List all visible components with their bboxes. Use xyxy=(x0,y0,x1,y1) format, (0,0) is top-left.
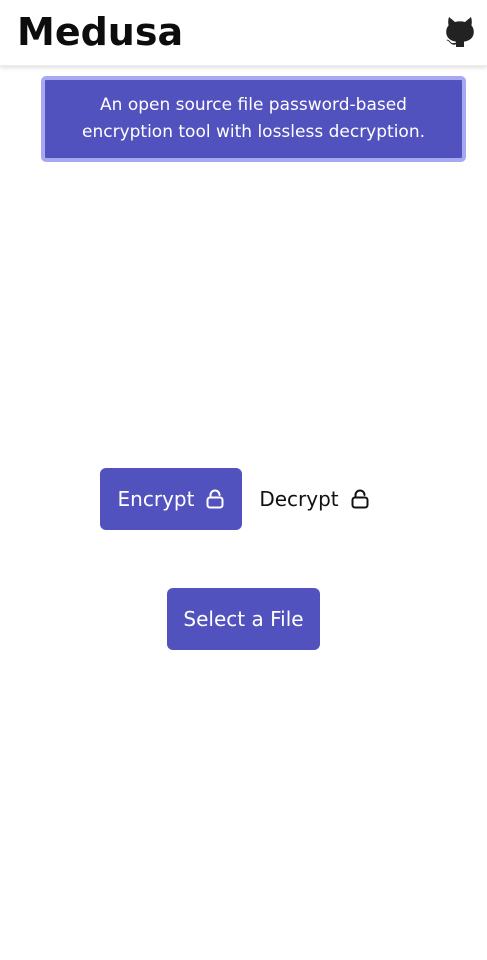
decrypt-tab-button[interactable]: Decrypt xyxy=(252,468,376,530)
encrypt-label: Encrypt xyxy=(117,487,195,511)
github-icon[interactable] xyxy=(444,14,476,48)
lock-open-icon xyxy=(351,489,369,509)
encrypt-tab-button[interactable]: Encrypt xyxy=(100,468,242,530)
select-file-button[interactable]: Select a File xyxy=(167,588,320,650)
app-title: Medusa xyxy=(17,10,184,54)
app-header: Medusa xyxy=(0,0,487,66)
tagline-text: An open source file password-based encry… xyxy=(82,95,425,142)
decrypt-label: Decrypt xyxy=(259,487,339,511)
tagline-banner: An open source file password-based encry… xyxy=(41,76,466,162)
lock-open-icon xyxy=(206,489,224,509)
